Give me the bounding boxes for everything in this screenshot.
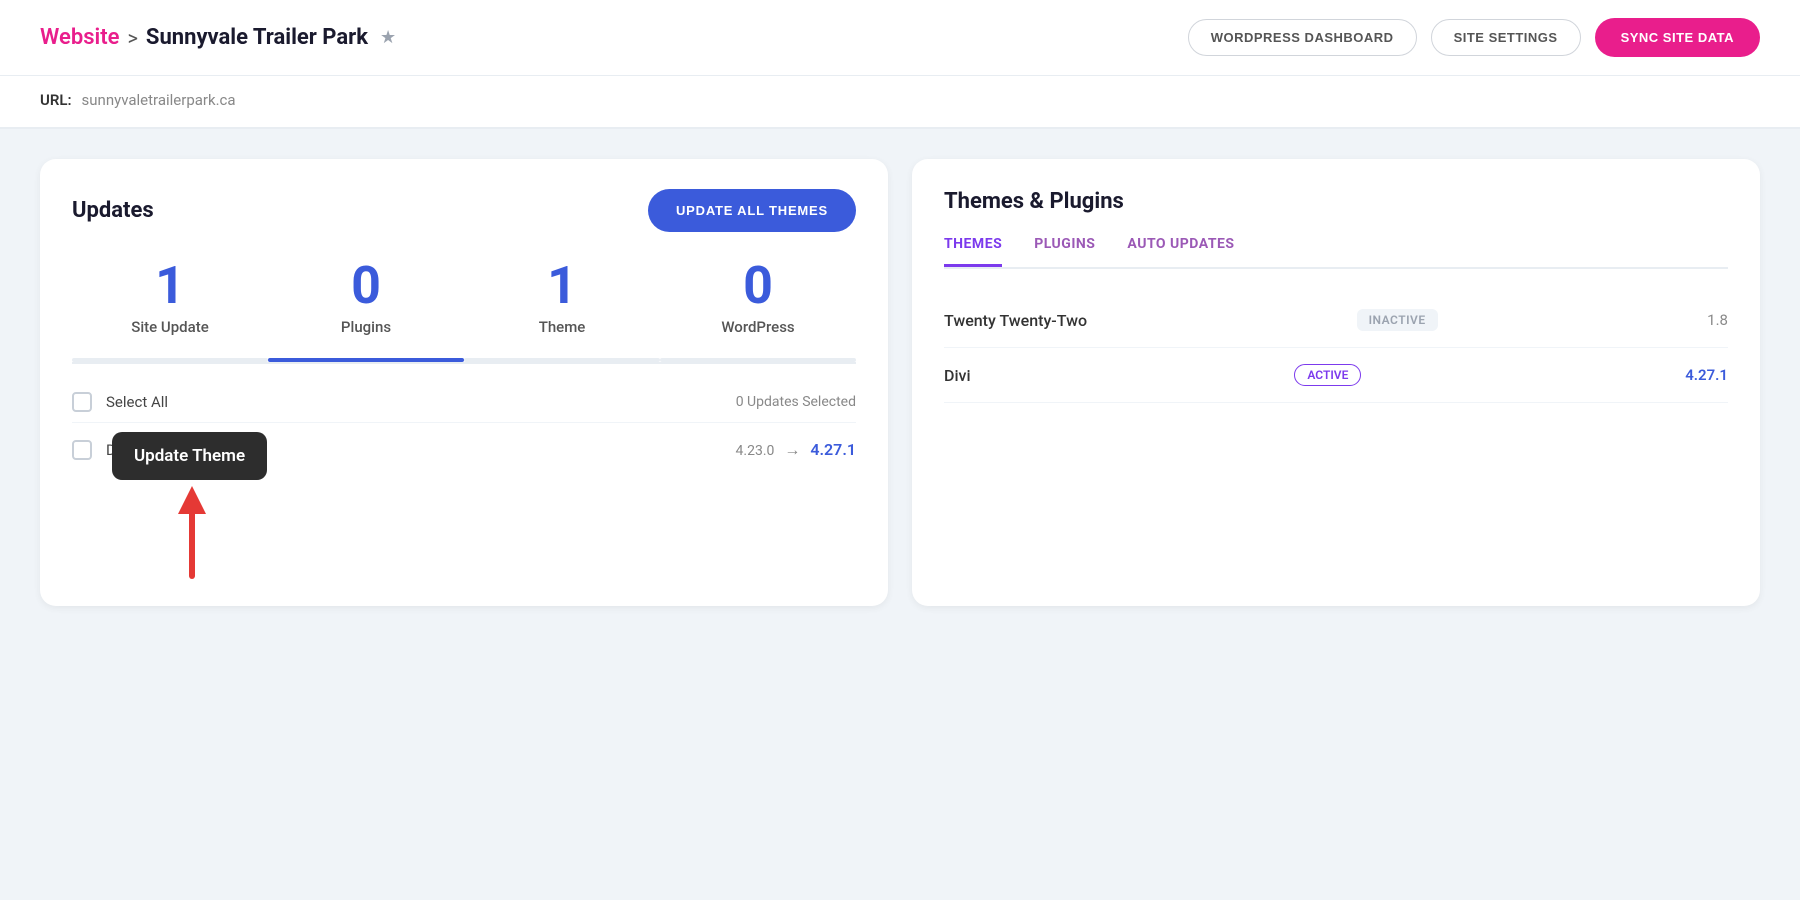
updates-header: Updates UPDATE ALL THEMES: [72, 189, 856, 232]
stat-wordpress-number: 0: [660, 260, 856, 312]
favorite-star-icon[interactable]: ★: [380, 27, 396, 48]
updates-card: Updates UPDATE ALL THEMES 1 Site Update …: [40, 159, 888, 606]
theme-version-twenty-twenty-two: 1.8: [1707, 311, 1728, 329]
theme-version-divi: 4.27.1: [1685, 366, 1728, 384]
update-all-themes-button[interactable]: UPDATE ALL THEMES: [648, 189, 856, 232]
update-theme-tooltip: Update Theme: [112, 432, 267, 480]
select-all-label: Select All: [106, 393, 168, 411]
red-arrow-icon: [152, 476, 232, 586]
tab-themes[interactable]: THEMES: [944, 236, 1002, 267]
stat-theme-number: 1: [464, 260, 660, 312]
stat-wordpress-label: WordPress: [660, 318, 856, 336]
version-arrow-icon: →: [784, 440, 800, 459]
stat-site-update-label: Site Update: [72, 318, 268, 336]
select-all-row: Select All 0 Updates Selected Update The…: [72, 382, 856, 423]
stat-theme-label: Theme: [464, 318, 660, 336]
breadcrumb-website[interactable]: Website: [40, 25, 119, 50]
stat-site-update-number: 1: [72, 260, 268, 312]
themes-plugins-title: Themes & Plugins: [944, 189, 1728, 214]
theme-inactive-badge: INACTIVE: [1357, 309, 1438, 331]
breadcrumb: Website > Sunnyvale Trailer Park ★: [40, 25, 396, 50]
stat-wordpress: 0 WordPress: [660, 260, 856, 336]
stat-plugins: 0 Plugins: [268, 260, 464, 336]
stat-theme: 1 Theme: [464, 260, 660, 336]
version-to: 4.27.1: [810, 440, 856, 459]
themes-plugins-card: Themes & Plugins THEMES PLUGINS AUTO UPD…: [912, 159, 1760, 606]
tab-segment-2-active: [268, 358, 464, 362]
sync-site-data-button[interactable]: SYNC SITE DATA: [1595, 18, 1760, 57]
stats-row: 1 Site Update 0 Plugins 1 Theme 0 WordPr…: [72, 260, 856, 336]
stat-plugins-label: Plugins: [268, 318, 464, 336]
updates-title: Updates: [72, 198, 154, 223]
site-settings-button[interactable]: SITE SETTINGS: [1431, 19, 1581, 56]
divi-checkbox[interactable]: [72, 440, 92, 460]
breadcrumb-separator: >: [127, 26, 137, 50]
top-header: Website > Sunnyvale Trailer Park ★ WORDP…: [0, 0, 1800, 76]
stat-plugins-number: 0: [268, 260, 464, 312]
tab-segment-3: [464, 358, 660, 362]
wordpress-dashboard-button[interactable]: WORDPRESS DASHBOARD: [1188, 19, 1417, 56]
version-from: 4.23.0: [736, 443, 775, 459]
tab-underline-container: [72, 360, 856, 364]
arrow-annotation-container: [72, 476, 856, 576]
tab-plugins[interactable]: PLUGINS: [1034, 236, 1095, 267]
tab-segment-1: [72, 358, 268, 362]
main-content: Updates UPDATE ALL THEMES 1 Site Update …: [0, 129, 1800, 636]
select-all-checkbox[interactable]: [72, 392, 92, 412]
theme-row-divi: Divi ACTIVE 4.27.1: [944, 348, 1728, 403]
header-actions: WORDPRESS DASHBOARD SITE SETTINGS SYNC S…: [1188, 18, 1760, 57]
url-value: sunnyvaletrailerpark.ca: [82, 91, 236, 109]
url-bar: URL: sunnyvaletrailerpark.ca: [0, 76, 1800, 129]
breadcrumb-site-name: Sunnyvale Trailer Park: [146, 25, 368, 50]
theme-name-twenty-twenty-two: Twenty Twenty-Two: [944, 311, 1087, 330]
updates-selected-count: 0 Updates Selected: [736, 394, 856, 410]
theme-name-divi: Divi: [944, 366, 971, 385]
stat-site-update: 1 Site Update: [72, 260, 268, 336]
themes-tabs-row: THEMES PLUGINS AUTO UPDATES: [944, 236, 1728, 269]
theme-active-badge-divi: ACTIVE: [1294, 364, 1361, 386]
tab-segment-4: [660, 358, 856, 362]
theme-row-twenty-twenty-two: Twenty Twenty-Two INACTIVE 1.8: [944, 293, 1728, 348]
tab-auto-updates[interactable]: AUTO UPDATES: [1127, 236, 1234, 267]
select-left: Select All: [72, 392, 168, 412]
url-label: URL:: [40, 91, 72, 109]
divi-version-info: 4.23.0 → 4.27.1: [736, 440, 856, 460]
